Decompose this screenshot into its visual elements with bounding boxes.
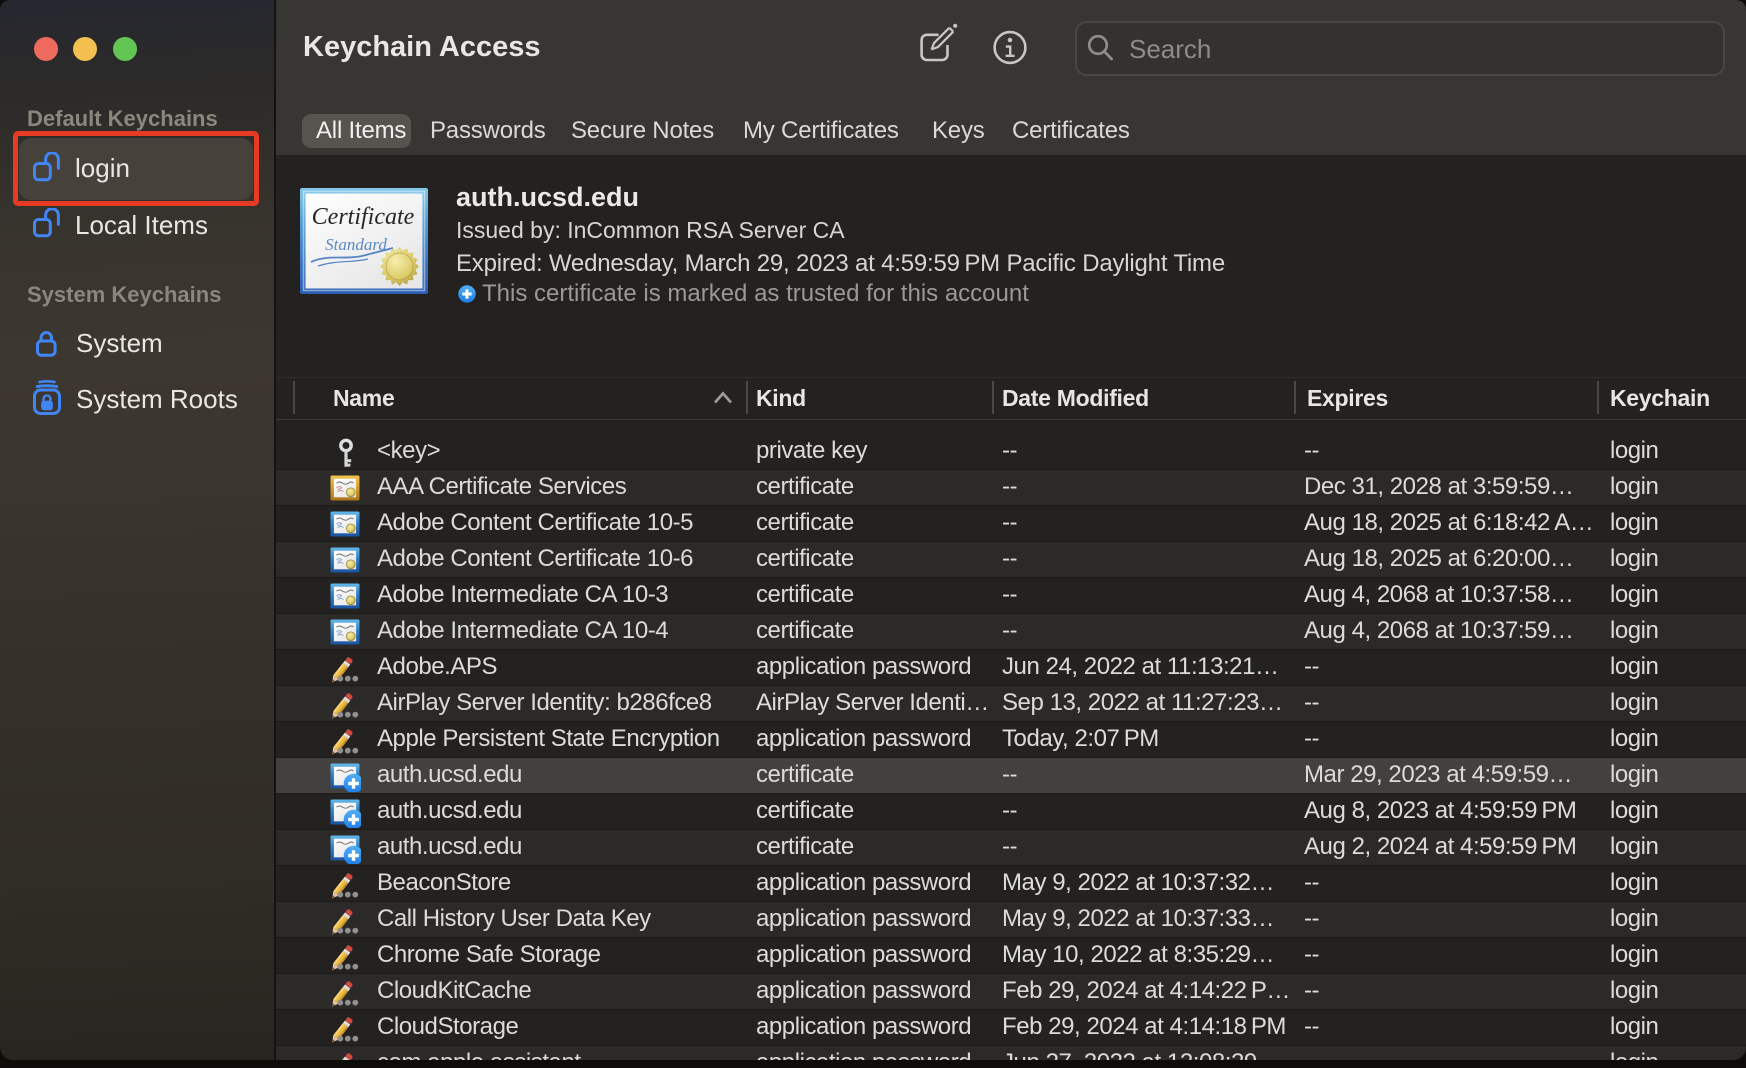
svg-text:Certificate: Certificate [312, 204, 415, 230]
